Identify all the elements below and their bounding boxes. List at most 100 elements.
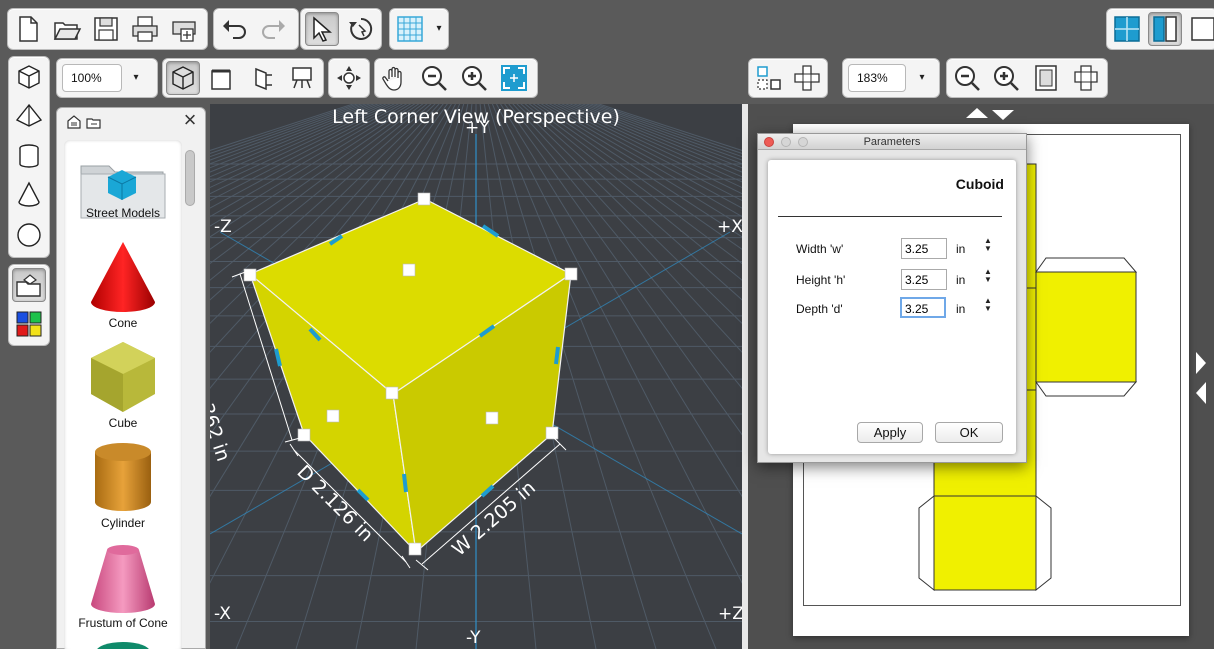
sphere-shape-icon[interactable] [12,218,46,252]
zoom-left-chevron-down-icon[interactable]: ▾ [129,71,143,85]
library-toolbar [8,264,50,346]
page-prev-icon[interactable] [1196,382,1206,404]
print-icon[interactable] [128,12,162,46]
net-cross-icon[interactable] [790,61,824,95]
parameters-dialog: Parameters Cuboid Width 'w' 3.25 in ▲ ▼ H… [757,133,1027,463]
axis-label-minus-z-top: -Z [214,217,232,237]
undo-toolbar [213,8,299,50]
print-setup-icon[interactable] [167,12,201,46]
home-icon[interactable] [66,114,82,130]
zoom-right-chevron-down-icon[interactable]: ▾ [915,71,929,85]
grid-dropdown-chevron-down-icon[interactable]: ▾ [432,22,446,36]
view-toolbar [162,58,324,98]
axis-label-minus-x: -X [214,604,231,624]
page-up-icon[interactable] [966,108,988,118]
select-toolbar [300,8,382,50]
model-library-panel: × Street Models Cone Cube Cylinder Frust… [56,107,206,649]
page-next-icon[interactable] [1196,352,1206,374]
move-arrows-icon[interactable] [332,61,366,95]
dialog-content: Cuboid Width 'w' 3.25 in ▲ ▼ Height 'h' 3… [768,160,1016,454]
height-label: Height 'h' [796,273,846,287]
list-item[interactable]: Cylinder [64,438,182,530]
file-toolbar [7,8,208,50]
undo-icon[interactable] [217,12,251,46]
window-close-icon[interactable] [764,137,774,147]
3d-viewport[interactable]: Left Corner View (Perspective) +Y -Z +X … [210,104,742,649]
apply-button[interactable]: Apply [857,422,923,443]
cone-model-icon [91,242,155,312]
fit-page-icon[interactable] [1029,61,1063,95]
folder-back-icon[interactable] [86,115,102,131]
ok-button[interactable]: OK [935,422,1003,443]
view-front-icon[interactable] [204,61,238,95]
grid-toolbar: ▾ [389,8,449,50]
page-down-icon[interactable] [992,110,1014,120]
window-minimize-icon[interactable] [781,137,791,147]
net-pattern-icon[interactable] [1069,61,1103,95]
window-zoom-icon[interactable] [798,137,808,147]
model-library-icon[interactable] [12,268,46,302]
zoom-left-toolbar: 100% ▾ [56,58,158,98]
hand-pan-icon[interactable] [378,61,412,95]
dialog-titlebar[interactable]: Parameters [758,134,1026,150]
list-item[interactable]: Street Models [64,146,182,226]
view-camera-icon[interactable] [285,61,319,95]
cube-shape-icon[interactable] [12,60,46,94]
depth-unit: in [956,302,966,316]
layout-split-icon[interactable] [1148,12,1182,46]
pyramid-shape-icon[interactable] [12,99,46,133]
net-view-toolbar [748,58,828,98]
select-arrow-icon[interactable] [305,12,339,46]
page-zoom-toolbar [946,58,1108,98]
unfold-icon[interactable] [752,61,786,95]
dialog-title: Parameters [863,136,921,148]
shape-toolbar [8,56,50,258]
cube-model[interactable] [231,192,578,571]
list-item-label: Cone [108,316,138,330]
layout-page-icon[interactable] [1186,12,1214,46]
list-item-label: Cube [108,416,138,430]
zoom-right-toolbar: 183% ▾ [842,58,940,98]
view-side-icon[interactable] [246,61,280,95]
zoom-out-icon[interactable] [417,61,451,95]
list-item[interactable]: Cone [64,238,182,330]
navigation-toolbar [374,58,538,98]
cylinder-shape-icon[interactable] [12,139,46,173]
depth-label: Depth 'd' [796,302,843,316]
page-zoom-in-icon[interactable] [989,61,1023,95]
open-folder-icon[interactable] [50,12,84,46]
redo-icon[interactable] [257,12,291,46]
grid-icon[interactable] [393,12,427,46]
rotate-icon[interactable] [344,12,378,46]
close-icon[interactable]: × [179,108,201,132]
cylinder-model-icon [95,443,151,511]
zoom-in-icon[interactable] [457,61,491,95]
pan-toolbar [328,58,370,98]
axis-label-minus-y: -Y [466,628,481,648]
height-field[interactable]: 3.25 [901,269,947,290]
view-3d-box-icon[interactable] [166,61,200,95]
depth-field[interactable]: 3.25 [900,297,946,318]
width-field[interactable]: 3.25 [901,238,947,259]
axis-label-plus-x-top: +X [717,217,742,237]
zoom-left-field[interactable]: 100% [62,64,122,92]
list-item[interactable]: Frustum of Cone [64,538,182,630]
save-icon[interactable] [89,12,123,46]
color-palette-icon[interactable] [12,307,46,341]
height-stepper[interactable]: ▲ ▼ [983,268,993,284]
width-stepper[interactable]: ▲ ▼ [983,237,993,253]
list-item[interactable]: Cube [64,338,182,430]
library-scrollbar[interactable] [185,150,195,206]
height-unit: in [956,273,966,287]
width-unit: in [956,242,966,256]
cube-model-icon [91,342,155,412]
viewport-grid [210,104,742,649]
layout-single-icon[interactable] [1110,12,1144,46]
new-document-icon[interactable] [11,12,45,46]
cone-shape-icon[interactable] [12,178,46,212]
fit-view-icon[interactable] [497,61,531,95]
zoom-right-field[interactable]: 183% [848,64,906,92]
partial-model-icon [96,642,150,649]
depth-stepper[interactable]: ▲ ▼ [983,297,993,313]
page-zoom-out-icon[interactable] [950,61,984,95]
